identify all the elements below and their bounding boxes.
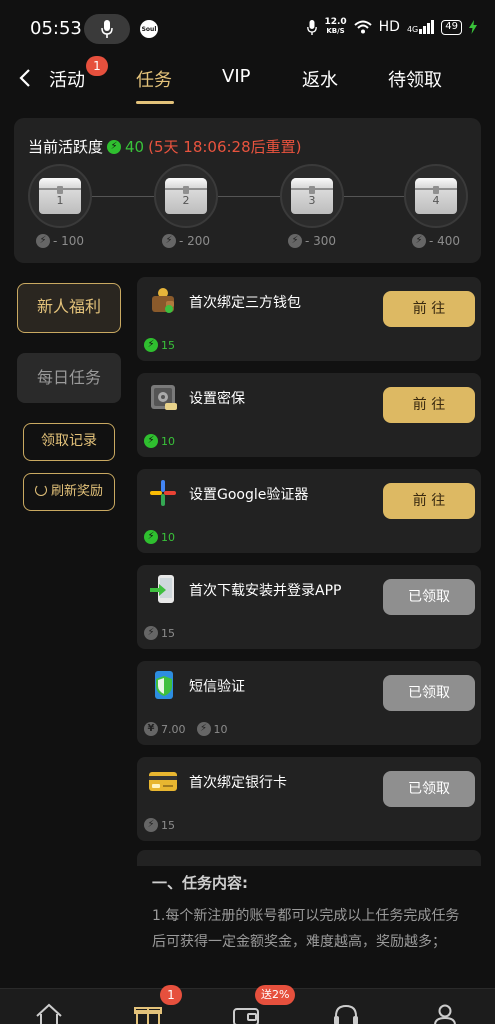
task-card: 设置Google验证器 ⚡ 10 前 往 [137,469,481,553]
chest-cost: ⚡ - 300 [277,234,347,248]
treasure-chest-4[interactable]: 4 [404,164,468,228]
soul-app-icon: Soul [140,20,158,38]
hd-indicator: HD [378,19,400,35]
task-reward: ⚡ 15 [144,626,175,640]
progress-line [218,196,280,197]
active-tab-indicator [136,101,174,104]
home-icon[interactable] [34,1003,64,1024]
tab-rebate[interactable]: 返水 [302,66,338,92]
claimed-button[interactable]: 已领取 [383,675,475,711]
task-name: 设置密保 [189,391,245,407]
signal-icon: 4G [407,20,435,34]
wallet-nav-icon[interactable] [231,1003,261,1024]
bolt-icon: ⚡ [144,626,158,640]
task-name: 首次绑定三方钱包 [189,295,301,311]
battery-icon: 49 [441,19,462,35]
status-indicators: 12.0 KB/S HD 4G 49 [307,18,477,36]
bolt-icon: ⚡ [144,338,158,352]
refresh-icon [34,484,47,496]
status-bar: 05:53 Soul 12.0 KB/S HD 4G 49 [0,0,495,58]
activity-panel: 当前活跃度 ⚡ 40 (5天 18:06:28 后重置) 1 2 3 4 ⚡ - … [14,118,481,263]
task-card: 首次绑定银行卡 ⚡ 15 已领取 [137,757,481,841]
chest-cost: ⚡ - 400 [401,234,471,248]
microphone-icon [84,14,130,44]
activity-value: 40 [125,137,145,156]
phone-download-icon [147,573,179,605]
refresh-rewards-button[interactable]: 刷新奖励 [23,473,115,511]
yen-coin-icon: ¥ [144,722,158,736]
wallet-icon [147,285,179,317]
treasure-chest-1[interactable]: 1 [28,164,92,228]
bolt-icon: ⚡ [196,722,211,736]
chest-icon: 1 [39,178,81,214]
bolt-icon: ⚡ [144,818,158,832]
bolt-icon: ⚡ [161,234,176,248]
reset-countdown: (5天 18:06:28 [148,138,251,156]
bank-card-icon [147,765,179,797]
bottom-nav: 1 送2% [0,985,495,1024]
activity-badge: 1 [86,56,108,76]
status-time: 05:53 [30,18,82,39]
bolt-icon: ⚡ [144,434,158,448]
chest-icon: 2 [165,178,207,214]
card-edge [137,850,481,866]
task-reward: ¥7.00 ⚡ 10 [144,722,228,736]
charging-icon [469,20,477,34]
chest-icon: 3 [291,178,333,214]
gift-icon[interactable] [133,1003,163,1024]
task-name: 首次绑定银行卡 [189,775,287,791]
bolt-icon: ⚡ [287,234,302,248]
task-name: 短信验证 [189,679,245,695]
go-button[interactable]: 前 往 [383,291,475,327]
profile-icon[interactable] [430,1003,460,1024]
reset-suffix: 后重置) [250,138,302,156]
task-reward: ⚡ 15 [144,818,175,832]
claim-record-button[interactable]: 领取记录 [23,423,115,461]
go-button[interactable]: 前 往 [383,387,475,423]
top-nav: 活动 1 任务 VIP 返水 待领取 [0,56,495,108]
chest-cost: ⚡ - 100 [25,234,95,248]
bolt-icon: ⚡ [411,234,426,248]
google-authenticator-icon [147,477,179,509]
claimed-button[interactable]: 已领取 [383,771,475,807]
safe-icon [147,381,179,413]
tab-vip[interactable]: VIP [222,66,250,87]
task-reward: ⚡ 10 [144,434,175,448]
task-card: 首次绑定三方钱包 ⚡ 15 前 往 [137,277,481,361]
promo-badge: 送2% [255,985,296,1005]
progress-line [344,196,406,197]
task-card: 设置密保 ⚡ 10 前 往 [137,373,481,457]
task-card: 首次下载安装并登录APP ⚡ 15 已领取 [137,565,481,649]
task-reward: ⚡ 10 [144,530,175,544]
task-name: 首次下载安装并登录APP [189,583,342,599]
progress-line [92,196,154,197]
activity-title: 当前活跃度 ⚡ 40 (5天 18:06:28 后重置) [28,137,302,157]
mic-status-icon [307,19,318,35]
headset-icon[interactable] [331,1003,361,1024]
tab-activity[interactable]: 活动 [49,66,85,92]
task-card: 短信验证 ¥7.00 ⚡ 10 已领取 [137,661,481,745]
bolt-icon: ⚡ [144,530,158,544]
task-reward: ⚡ 15 [144,338,175,352]
tab-pending[interactable]: 待领取 [388,66,442,92]
side-tab-newbie-benefits[interactable]: 新人福利 [17,283,121,333]
bolt-icon: ⚡ [35,234,50,248]
task-name: 设置Google验证器 [189,487,309,503]
bolt-icon: ⚡ [107,139,122,154]
back-arrow-icon[interactable] [16,66,36,90]
treasure-chest-2[interactable]: 2 [154,164,218,228]
tab-tasks[interactable]: 任务 [136,66,172,92]
side-tab-daily-tasks[interactable]: 每日任务 [17,353,121,403]
chest-cost: ⚡ - 200 [151,234,221,248]
description-title: 一、任务内容: [152,874,248,892]
wifi-icon [353,20,372,34]
description-text: 1.每个新注册的账号都可以完成以上任务完成任务后可获得一定金额奖金，难度越高，奖… [152,908,460,950]
go-button[interactable]: 前 往 [383,483,475,519]
gift-badge: 1 [160,985,182,1005]
claimed-button[interactable]: 已领取 [383,579,475,615]
chest-icon: 4 [415,178,457,214]
shield-phone-icon [147,669,179,701]
treasure-chest-3[interactable]: 3 [280,164,344,228]
network-speed: 12.0 KB/S [324,17,347,36]
